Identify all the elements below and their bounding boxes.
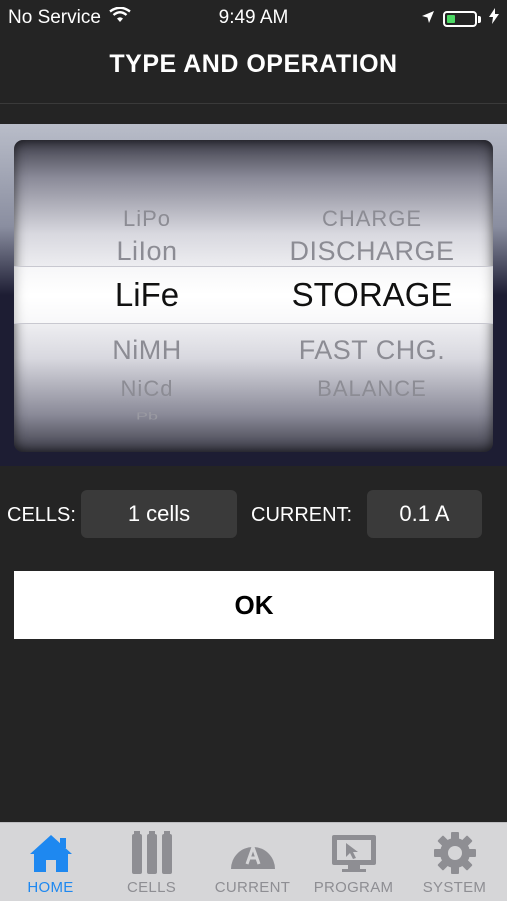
type-option[interactable]: NiCd [72, 376, 222, 402]
type-operation-picker[interactable]: LiPo CHARGE LiIon DISCHARGE LiFe STORAGE… [14, 140, 493, 452]
operation-option[interactable]: FAST CHG. [242, 335, 493, 366]
home-icon [28, 831, 74, 875]
selected-type[interactable]: LiFe [72, 276, 222, 314]
cells-field[interactable]: 1 cells [81, 490, 237, 538]
operation-option[interactable]: DISCHARGE [242, 236, 493, 267]
settings-row: CELLS: 1 cells CURRENT: 0.1 A [0, 490, 507, 538]
gauge-icon [228, 831, 278, 875]
cells-label: CELLS: [7, 504, 76, 526]
type-option[interactable]: LiIon [72, 236, 222, 267]
tab-system[interactable]: SYSTEM [404, 823, 505, 901]
picker-panel: LiPo CHARGE LiIon DISCHARGE LiFe STORAGE… [0, 124, 507, 466]
tab-program[interactable]: PROGRAM [303, 823, 404, 901]
selected-operation[interactable]: STORAGE [242, 276, 493, 314]
type-option[interactable]: LiPo [72, 206, 222, 232]
tab-current[interactable]: CURRENT [202, 823, 303, 901]
status-bar: No Service 9:49 AM [0, 0, 507, 36]
ok-button[interactable]: OK [14, 571, 494, 639]
charging-bolt-icon [489, 8, 499, 30]
tab-label: CURRENT [214, 879, 291, 896]
header-divider [0, 103, 507, 104]
type-option[interactable]: Pb [72, 410, 222, 422]
picker-row: NiMH FAST CHG. [14, 330, 493, 370]
page-title: TYPE AND OPERATION [109, 50, 398, 78]
cells-icon [130, 831, 174, 875]
status-right [421, 8, 499, 30]
tab-label: HOME [27, 879, 74, 896]
current-field[interactable]: 0.1 A [367, 490, 482, 538]
gear-icon [433, 831, 477, 875]
picker-row: LiIon DISCHARGE [14, 231, 493, 271]
tab-bar: HOME CELLS CURRENT PROGRAM SYSTEM [0, 822, 507, 901]
operation-option[interactable]: BALANCE [242, 376, 493, 402]
tab-label: PROGRAM [313, 879, 394, 896]
picker-row-selected: LiFe STORAGE [14, 274, 493, 316]
picker-row: Pb [14, 406, 493, 426]
tab-label: CELLS [126, 879, 177, 896]
battery-icon [443, 11, 481, 27]
current-label: CURRENT: [251, 504, 353, 526]
tab-home[interactable]: HOME [0, 823, 101, 901]
operation-option[interactable]: CHARGE [242, 206, 493, 232]
monitor-icon [330, 831, 378, 875]
tab-cells[interactable]: CELLS [101, 823, 202, 901]
type-option[interactable]: NiMH [72, 335, 222, 366]
location-arrow-icon [421, 8, 435, 30]
picker-row: NiCd BALANCE [14, 372, 493, 406]
tab-label: SYSTEM [422, 879, 487, 896]
